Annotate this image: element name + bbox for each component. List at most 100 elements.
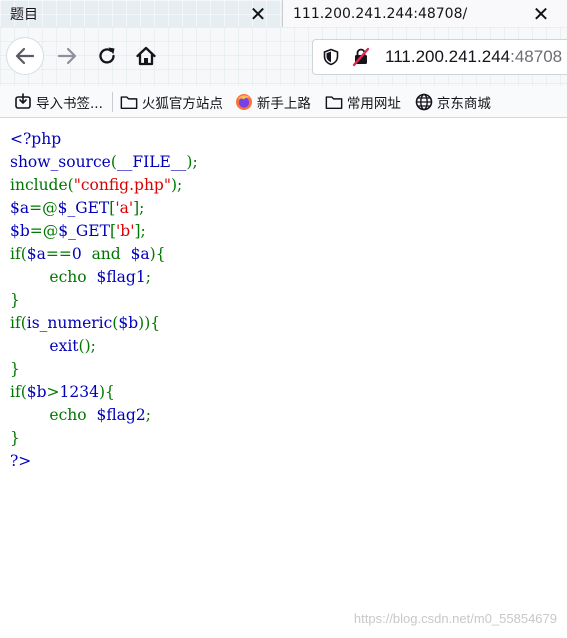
tab-title: 111.200.241.244:48708/ <box>293 5 468 22</box>
code-line: <?php <box>10 128 198 151</box>
forward-button[interactable] <box>48 37 86 75</box>
code-token: ; <box>145 268 151 286</box>
code-token: <?php <box>10 130 62 148</box>
bookmark-jd-mall[interactable]: 京东商城 <box>415 86 491 117</box>
url-port: :48708 <box>510 47 563 66</box>
code-line: show_source(__FILE__); <box>10 151 198 174</box>
bookmark-label: 常用网址 <box>346 95 401 112</box>
code-token: ); <box>186 153 198 171</box>
url-host: 111.200.241.244 <box>385 47 511 66</box>
code-line: } <box>10 289 198 312</box>
code-token: ); <box>170 176 183 194</box>
code-token: show_source <box>10 153 111 171</box>
code-token: exit <box>10 337 79 355</box>
code-token: $a <box>10 199 30 217</box>
reload-button[interactable] <box>88 37 126 75</box>
bookmark-label: 新手上路 <box>256 95 311 112</box>
bookmark-common-sites[interactable]: 常用网址 <box>325 86 401 117</box>
code-token: =@ <box>29 222 59 240</box>
back-button[interactable] <box>6 37 44 75</box>
code-line: echo $flag2; <box>10 404 198 427</box>
code-token: =@ <box>29 199 58 217</box>
code-line: include("config.php"); <box>10 174 198 197</box>
code-token: echo <box>10 406 97 424</box>
php-source-code: <?php show_source(__FILE__); include("conf… <box>10 128 198 473</box>
firefox-icon <box>235 93 253 111</box>
code-token: 1234 <box>59 383 99 401</box>
code-token: echo <box>10 268 97 286</box>
code-token: > <box>46 383 60 401</box>
code-token: $b <box>10 222 30 240</box>
code-line: $b=@$_GET['b']; <box>10 220 198 243</box>
close-icon[interactable]: ✕ <box>248 4 268 24</box>
code-token: $flag1 <box>96 268 146 286</box>
folder-icon <box>325 93 343 111</box>
code-token: $_GET <box>58 222 110 240</box>
code-line: } <box>10 358 198 381</box>
watermark: https://blog.csdn.net/m0_55854679 <box>353 611 557 626</box>
code-token: $_GET <box>57 199 110 217</box>
arrow-left-icon <box>15 47 35 65</box>
code-token: )){ <box>138 314 161 332</box>
tab-challenge[interactable]: 题目 ✕ <box>0 0 280 27</box>
code-token: == <box>45 245 72 263</box>
url-text: 111.200.241.244:48708 <box>385 47 562 67</box>
bookmark-firefox-official[interactable]: 火狐官方站点 <box>120 86 223 117</box>
bookmark-label: 火狐官方站点 <box>141 95 223 112</box>
code-token: ]; <box>133 199 145 217</box>
code-line: if($a==0 and $a){ <box>10 243 198 266</box>
code-token: ){ <box>149 245 166 263</box>
home-button[interactable] <box>127 37 165 75</box>
code-token: if( <box>10 245 27 263</box>
code-token: $flag2 <box>96 406 146 424</box>
bookmark-label: 京东商城 <box>436 95 491 112</box>
code-token: $a <box>130 245 150 263</box>
code-token: ]; <box>134 222 146 240</box>
code-token: ; <box>145 406 151 424</box>
code-token: $a <box>26 245 46 263</box>
insecure-lock-icon[interactable] <box>351 47 371 67</box>
bookmark-getting-started[interactable]: 新手上路 <box>235 86 311 117</box>
address-bar[interactable]: 111.200.241.244:48708 <box>312 39 567 75</box>
code-line: } <box>10 427 198 450</box>
code-token: if( <box>10 383 27 401</box>
code-token: and <box>91 245 131 263</box>
code-token: if( <box>10 314 27 332</box>
code-token: } <box>10 291 20 309</box>
tab-active[interactable]: 111.200.241.244:48708/ ✕ <box>282 0 567 27</box>
code-line: if(is_numeric($b)){ <box>10 312 198 335</box>
globe-icon <box>415 93 433 111</box>
code-token: is_numeric <box>26 314 113 332</box>
close-icon[interactable]: ✕ <box>531 4 551 24</box>
code-token: "config.php" <box>73 176 171 194</box>
code-line: ?> <box>10 450 198 473</box>
code-token: $b <box>26 383 47 401</box>
bookmark-import[interactable]: 导入书签... <box>14 86 103 117</box>
code-token: __FILE__ <box>116 153 187 171</box>
bookmark-label: 导入书签... <box>36 95 103 112</box>
code-token: ?> <box>10 452 32 470</box>
code-token: } <box>10 429 20 447</box>
code-token: 'b' <box>116 222 135 240</box>
arrow-right-icon <box>57 47 77 65</box>
import-icon <box>14 92 32 111</box>
code-line: exit(); <box>10 335 198 358</box>
code-token: $b <box>118 314 139 332</box>
navigation-toolbar: 111.200.241.244:48708 <box>0 27 567 86</box>
code-token: (); <box>78 337 96 355</box>
code-line: $a=@$_GET['a']; <box>10 197 198 220</box>
shield-icon[interactable] <box>321 47 341 67</box>
code-token: 0 <box>71 245 92 263</box>
code-token: ){ <box>99 383 115 401</box>
tab-title: 题目 <box>10 6 38 23</box>
bookmark-separator <box>111 91 113 112</box>
code-line: if($b>1234){ <box>10 381 198 404</box>
tab-strip: 题目 ✕ 111.200.241.244:48708/ ✕ <box>0 0 567 27</box>
code-token: include( <box>10 176 74 194</box>
code-token: } <box>10 360 20 378</box>
code-token: 'a' <box>115 199 134 217</box>
code-line: echo $flag1; <box>10 266 198 289</box>
bookmarks-toolbar: 导入书签... 火狐官方站点 新手上路 常用网址 京东商城 <box>0 86 567 118</box>
home-icon <box>136 46 156 66</box>
folder-icon <box>120 93 138 111</box>
